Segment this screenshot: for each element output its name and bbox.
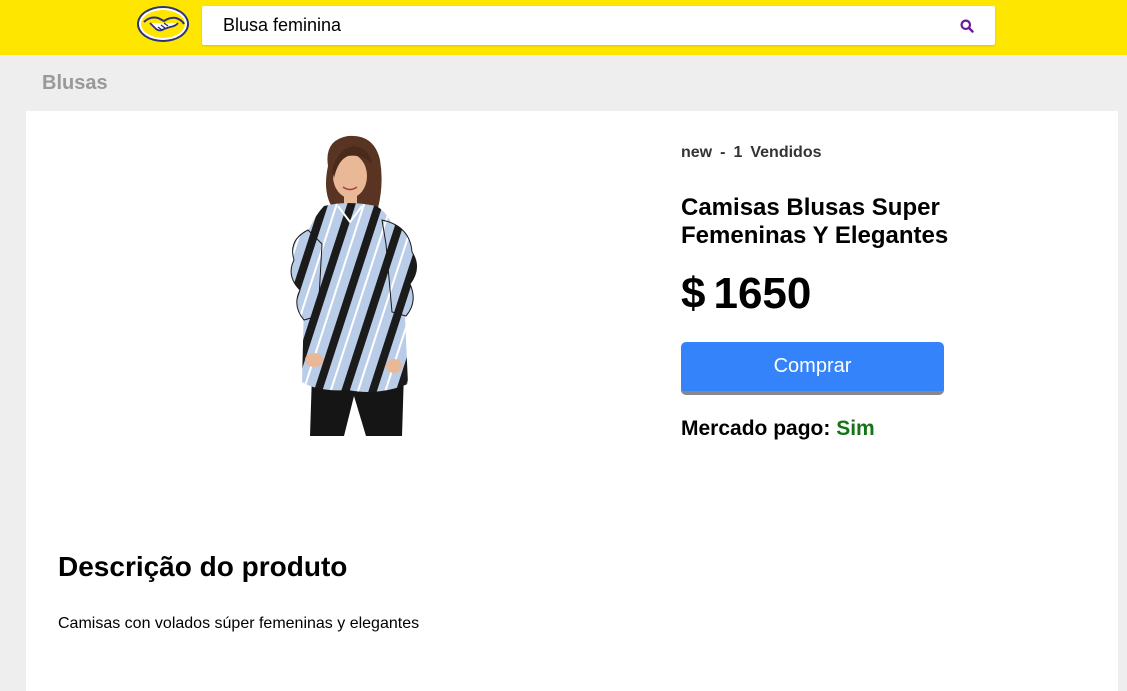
search-box [202, 6, 995, 45]
buy-button[interactable]: Comprar [681, 342, 944, 395]
product-image [288, 134, 422, 436]
description-title: Descrição do produto [58, 551, 348, 582]
top-header [0, 0, 1127, 55]
search-button[interactable] [939, 6, 995, 45]
sold-label: Vendidos [750, 144, 822, 161]
breadcrumb[interactable]: Blusas [42, 72, 108, 95]
currency-symbol: $ [681, 269, 706, 318]
price-value: 1650 [713, 269, 812, 318]
product-card: new - 1 Vendidos Camisas Blusas Super Fe… [26, 111, 1118, 691]
description-text: Camisas con volados súper femeninas y el… [58, 615, 420, 632]
search-input[interactable] [202, 6, 947, 45]
mercadolibre-logo-icon[interactable] [136, 5, 190, 43]
product-price: $ 1650 [681, 269, 811, 319]
sold-count: 1 [733, 144, 743, 161]
condition-label: new [681, 144, 713, 161]
mercado-pago-value: Sim [836, 417, 875, 440]
product-meta: new - 1 Vendidos [681, 144, 821, 162]
search-icon [960, 19, 974, 33]
product-title: Camisas Blusas Super Femeninas Y Elegant… [681, 194, 949, 249]
mercado-pago-info: Mercado pago: Sim [681, 417, 875, 441]
mercado-pago-label: Mercado pago: [681, 417, 831, 440]
meta-separator: - [720, 144, 726, 161]
